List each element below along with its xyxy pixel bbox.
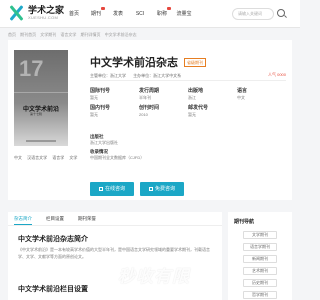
info-label: 发行周期 [139,88,160,94]
brand-name: 学术之家 [28,5,65,15]
sidebar: 期刊导航 文学期刊 语言学期刊 新闻期刊 艺术期刊 历史期刊 哲学期刊 [228,212,292,300]
tag[interactable]: 文学 [69,155,77,160]
info-block: 出版社 浙江大学出版社 收录情况 中国期刊全文数据库（CJFD） [90,134,286,164]
hot-badge-icon [101,7,105,10]
info-label: 邮发代号 [188,105,209,111]
breadcrumb-item[interactable]: 语言文学 [60,32,76,37]
magazine-card: 17 中文学术前沿 第十七辑 中文 汉语言文学 语言学 文学 中文学术前沿杂志 … [8,40,292,200]
info-value: 暂无 [90,95,98,100]
info-value: 浙江 [188,95,196,100]
watermark-icon [96,262,114,280]
breadcrumb-item[interactable]: 期刊首页 [20,32,36,37]
sidebar-item[interactable]: 历史期刊 [243,279,277,287]
info-grid: 国际刊号 暂无 发行周期 半年刊 出版地 浙江 语言 中文 国内刊号 暂无 创刊时间 201… [90,88,286,122]
tag[interactable]: 汉语言文学 [27,155,47,160]
cover-number: 17 [19,56,44,81]
logo-text: 学术之家 XUESHU.COM [28,6,64,20]
search-input[interactable]: 请输入关键词 [232,8,274,20]
main-nav: 首页 期刊 发表 SCI 职称 流量宝 [64,0,196,28]
nav-item-journals[interactable]: 期刊 [86,0,106,28]
info-value: 暂无 [188,112,196,117]
breadcrumb-item[interactable]: 期刊详情页 [81,32,101,37]
brand-domain: XUESHU.COM [28,15,59,20]
tag-list: 中文 汉语言文学 语言学 文学 [14,154,84,162]
page-title: 中文学术前沿杂志 [90,57,178,69]
info-label: 语言 [237,88,248,94]
free-consult-button[interactable]: 免费咨询 [140,182,184,196]
popularity: 人气 0000 [267,72,286,77]
supervisor: 主管单位：浙江大学 [90,73,126,78]
info-value: 2010 [139,112,148,117]
cover-subtitle: 第十七辑 [30,112,43,116]
logo-icon [8,5,24,21]
tag[interactable]: 语言学 [52,155,64,160]
info-value: 暂无 [90,112,98,117]
sidebar-item[interactable]: 新闻期刊 [243,255,277,263]
info-label: 国内刊号 [90,105,111,111]
tag[interactable]: 中文 [14,155,22,160]
magazine-cover: 17 中文学术前沿 第十七辑 [14,50,68,146]
sidebar-item[interactable]: 文学期刊 [243,231,277,239]
chat-icon [98,186,103,191]
sidebar-title: 期刊导航 [234,219,255,225]
breadcrumb-item[interactable]: 文学期刊 [40,32,56,37]
consult-button[interactable]: 在线咨询 [90,182,134,196]
meta-row: 主管单位：浙江大学 主办单位：浙江大学中文系 [90,73,187,79]
site-logo[interactable]: 学术之家 XUESHU.COM [8,5,64,21]
phone-icon [148,186,153,191]
level-badge: 省级期刊 [184,57,206,67]
info-label: 创刊时间 [139,105,160,111]
info-label: 出版地 [188,88,204,94]
nav-item-traffic[interactable]: 流量宝 [174,0,194,28]
tab-bar: 杂志简介 栏目设置 期刊荣誉 [8,212,222,226]
hot-badge-icon [167,7,171,10]
section-title: 中文学术前沿栏目设置 [18,285,88,293]
divider [90,80,286,81]
search-icon[interactable] [277,9,285,17]
sidebar-item[interactable]: 哲学期刊 [243,291,277,299]
nav-item-title[interactable]: 职称 [152,0,172,28]
info-value: 中文 [237,95,245,100]
tab-columns[interactable]: 栏目设置 [46,212,64,225]
sidebar-item[interactable]: 艺术期刊 [243,267,277,275]
info-value: 半年刊 [139,95,151,100]
indexing-value: 中国期刊全文数据库（CJFD） [90,155,145,160]
publisher-value: 浙江大学出版社 [90,140,118,145]
nav-item-home[interactable]: 首页 [64,0,84,28]
tab-intro[interactable]: 杂志简介 [14,212,32,225]
sponsor: 主办单位：浙江大学中文系 [133,73,182,78]
section-text: 《中文学术前沿》是一本有较高学术价值的大型半年刊，是中国语言文学研究领域的重要学… [18,247,210,259]
breadcrumb: 首页 期刊首页 文学期刊 语言文学 期刊详情页 中文学术前沿杂志 [8,32,140,38]
nav-item-publish[interactable]: 发表 [108,0,128,28]
breadcrumb-item: 中文学术前沿杂志 [104,32,137,37]
sidebar-item[interactable]: 语言学期刊 [243,243,277,251]
watermark: 秒收有限 [118,267,190,286]
info-label: 国际刊号 [90,88,111,94]
top-navbar: 学术之家 XUESHU.COM 首页 期刊 发表 SCI 职称 流量宝 请输入关… [0,0,300,28]
section-title: 中文学术前沿杂志简介 [18,235,88,243]
breadcrumb-item[interactable]: 首页 [8,32,16,37]
tab-honors[interactable]: 期刊荣誉 [78,212,96,225]
nav-item-sci[interactable]: SCI [130,0,150,28]
